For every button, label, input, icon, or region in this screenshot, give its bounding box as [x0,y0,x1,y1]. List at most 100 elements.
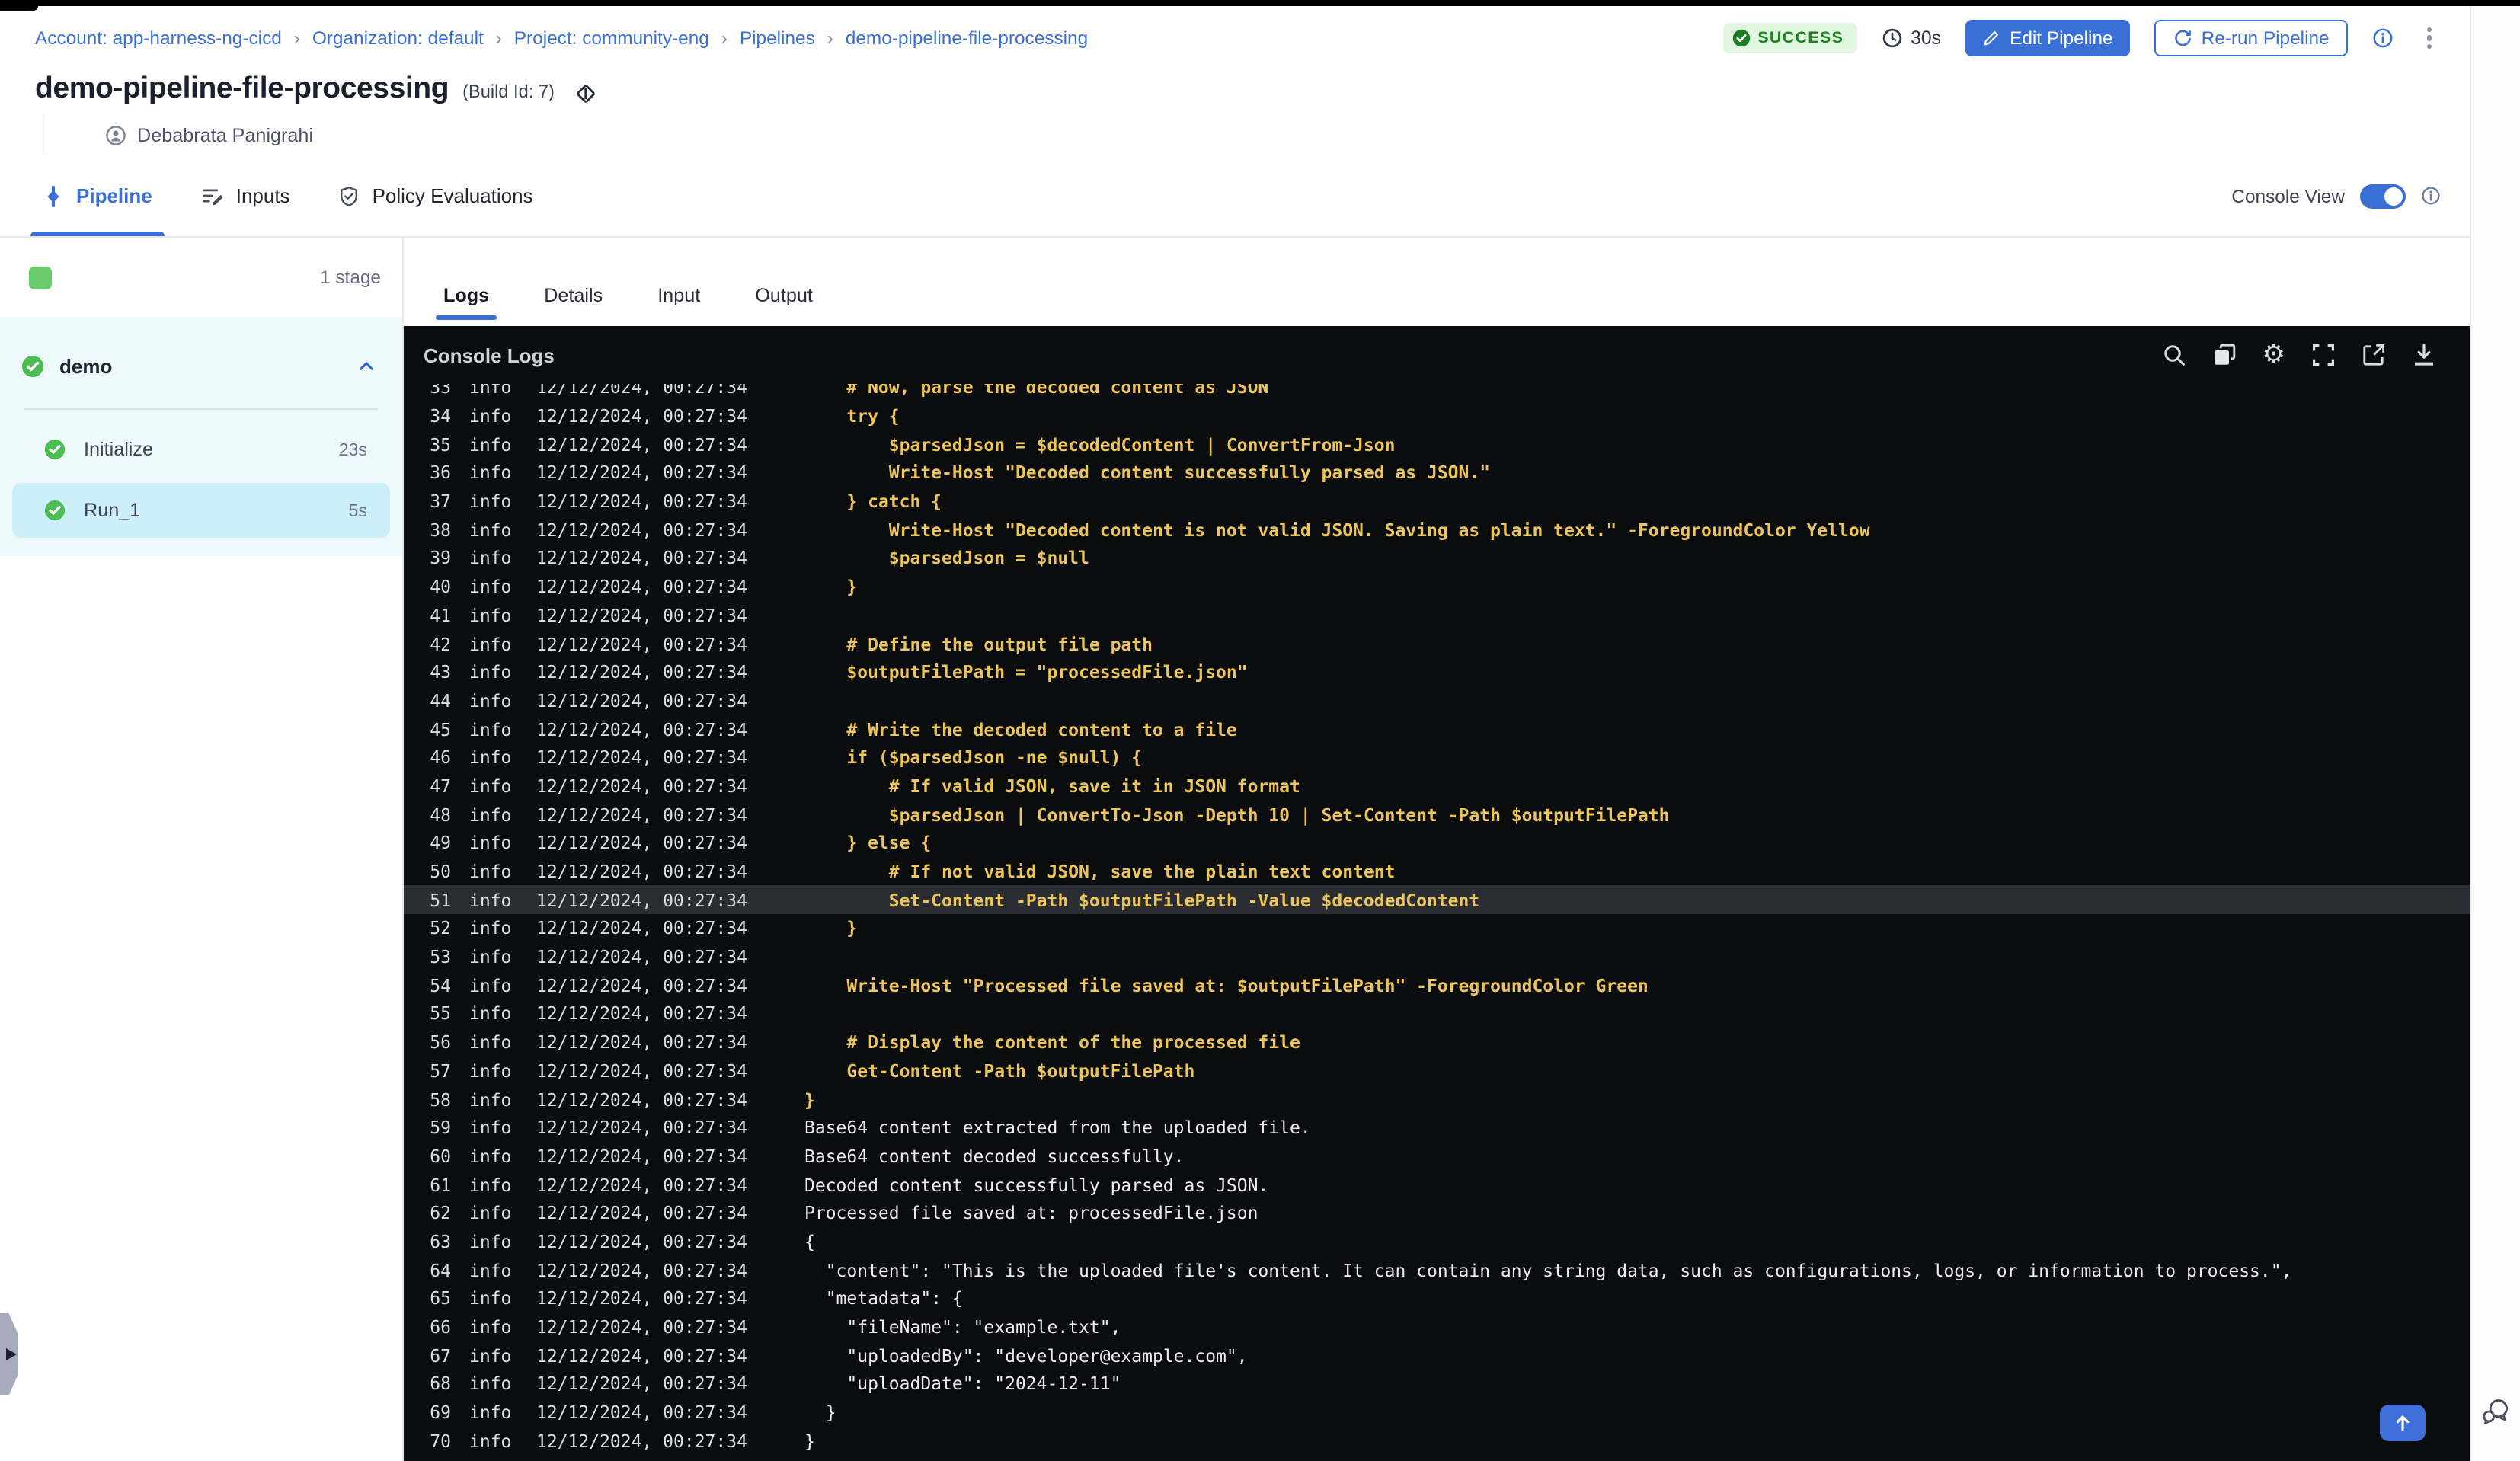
log-text: Processed file saved at: processedFile.j… [804,1202,1258,1224]
search-icon[interactable] [2162,343,2186,367]
log-line-number[interactable]: 61 [421,1174,451,1195]
log-line-number[interactable]: 47 [421,775,451,797]
log-line-number[interactable]: 62 [421,1203,451,1224]
execution-diagram-icon[interactable] [574,82,597,104]
log-line-number[interactable]: 66 [421,1316,451,1338]
log-level: info [469,633,512,655]
log-level: info [469,1344,512,1367]
download-icon[interactable] [2412,343,2436,367]
tab-details[interactable]: Details [536,285,610,326]
log-line-number[interactable]: 59 [421,1117,451,1138]
scroll-to-top-button[interactable] [2380,1405,2426,1441]
log-timestamp: 12/12/2024, 00:27:34 [536,1344,747,1367]
log-timestamp: 12/12/2024, 00:27:34 [536,1202,747,1224]
tab-policy-evaluations[interactable]: Policy Evaluations [333,155,539,236]
log-line-number[interactable]: 54 [421,975,451,996]
log-line-number[interactable]: 36 [421,462,451,484]
log-timestamp: 12/12/2024, 00:27:34 [536,946,747,968]
tab-pipeline[interactable]: Pipeline [30,155,165,236]
log-line-number[interactable]: 42 [421,633,451,654]
tab-inputs[interactable]: Inputs [195,155,296,236]
log-timestamp: 12/12/2024, 00:27:34 [536,1402,747,1424]
copy-icon[interactable] [2212,343,2237,367]
log-line-number[interactable]: 50 [421,861,451,882]
log-line-number[interactable]: 55 [421,1003,451,1025]
log-line-number[interactable]: 58 [421,1089,451,1110]
log-line-number[interactable]: 67 [421,1344,451,1366]
log-line-number[interactable]: 46 [421,747,451,769]
settings-icon[interactable]: ⚙ [2263,341,2286,368]
log-line-number[interactable]: 69 [421,1402,451,1423]
execution-sidebar: 1 stage demo Initialize 23s Run_1 5s [0,238,404,1461]
console-tabbar: Logs Details Input Output [404,238,2470,326]
log-line: 33 info 12/12/2024, 00:27:34 # Now, parse … [404,384,2470,401]
tab-inputs-label: Inputs [235,184,290,207]
breadcrumb-pipeline-name[interactable]: demo-pipeline-file-processing [846,27,1088,49]
fullscreen-icon[interactable] [2311,343,2336,367]
log-line-number[interactable]: 51 [421,889,451,910]
log-line-number[interactable]: 64 [421,1259,451,1280]
breadcrumb-pipelines[interactable]: Pipelines [740,27,815,49]
tab-input[interactable]: Input [650,285,708,326]
log-timestamp: 12/12/2024, 00:27:34 [536,491,747,513]
info-icon[interactable] [2372,27,2394,49]
log-line-number[interactable]: 33 [421,384,451,398]
log-timestamp: 12/12/2024, 00:27:34 [536,689,747,711]
log-timestamp: 12/12/2024, 00:27:34 [536,861,747,883]
breadcrumb-organization[interactable]: Organization: default [312,27,484,49]
log-line-number[interactable]: 60 [421,1146,451,1167]
log-text: "metadata": { [804,1287,963,1309]
log-text: # If not valid JSON, save the plain text… [804,861,1396,883]
log-level: info [469,661,512,683]
log-line-number[interactable]: 65 [421,1288,451,1309]
more-options-icon[interactable] [2418,24,2441,52]
log-timestamp: 12/12/2024, 00:27:34 [536,384,747,398]
inputs-icon [203,189,223,206]
log-line-number[interactable]: 44 [421,690,451,711]
log-text: Base64 content decoded successfully. [804,1145,1185,1167]
console-view-info-icon[interactable] [2421,186,2441,206]
log-line-number[interactable]: 43 [421,661,451,683]
log-line-number[interactable]: 39 [421,548,451,569]
chevron-up-icon[interactable] [357,356,376,376]
tab-logs[interactable]: Logs [436,285,497,326]
tab-output[interactable]: Output [747,285,820,326]
log-line-number[interactable]: 57 [421,1060,451,1082]
window-top-notch [0,0,38,11]
log-line-number[interactable]: 56 [421,1031,451,1053]
window-top-edge [0,0,2520,6]
breadcrumb-project[interactable]: Project: community-eng [514,27,709,49]
support-chat-icon[interactable] [2480,1395,2512,1427]
console-log-viewport[interactable]: 33 info 12/12/2024, 00:27:34 # Now, parse … [404,384,2470,1461]
breadcrumb-separator-icon: › [721,27,728,49]
edit-pipeline-button[interactable]: Edit Pipeline [1965,20,2130,56]
log-line-number[interactable]: 37 [421,491,451,512]
log-timestamp: 12/12/2024, 00:27:34 [536,1002,747,1025]
log-text: # Define the output file path [804,633,1153,655]
log-line-number[interactable]: 41 [421,605,451,626]
rerun-pipeline-button[interactable]: Re-run Pipeline [2154,20,2348,56]
log-timestamp: 12/12/2024, 00:27:34 [536,462,747,484]
log-line-number[interactable]: 45 [421,718,451,740]
log-line-number[interactable]: 68 [421,1373,451,1395]
log-line-number[interactable]: 49 [421,833,451,854]
log-line: 62 info 12/12/2024, 00:27:34 Processed file… [404,1199,2470,1227]
log-line-number[interactable]: 53 [421,946,451,967]
log-timestamp: 12/12/2024, 00:27:34 [536,917,747,939]
step-row-run-1[interactable]: Run_1 5s [12,483,390,538]
log-line-number[interactable]: 52 [421,918,451,939]
log-level: info [469,433,512,456]
log-line-number[interactable]: 35 [421,433,451,455]
breadcrumb-account[interactable]: Account: app-harness-ng-cicd [35,27,282,49]
step-duration: 5s [348,500,368,520]
open-in-new-icon[interactable] [2362,343,2386,367]
log-line-number[interactable]: 48 [421,804,451,825]
stage-row-demo[interactable]: demo [0,332,402,399]
step-row-initialize[interactable]: Initialize 23s [12,422,390,477]
log-line-number[interactable]: 63 [421,1231,451,1252]
console-view-toggle[interactable] [2360,184,2406,208]
log-line-number[interactable]: 70 [421,1431,451,1452]
log-line-number[interactable]: 40 [421,576,451,597]
log-line-number[interactable]: 34 [421,405,451,427]
log-line-number[interactable]: 38 [421,520,451,541]
